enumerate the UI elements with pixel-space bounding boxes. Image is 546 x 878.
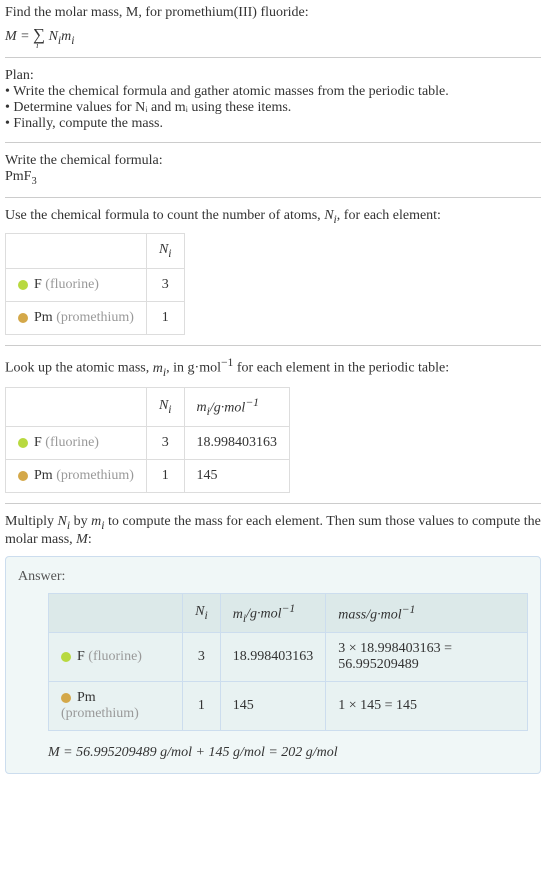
element-cell: F (fluorine) xyxy=(6,269,147,302)
empty-header xyxy=(6,234,147,269)
element-cell: F (fluorine) xyxy=(49,633,183,682)
table-row: F (fluorine) 3 xyxy=(6,269,185,302)
mi-value: 145 xyxy=(184,460,290,493)
formula-subscript: 3 xyxy=(31,176,36,187)
mi-value: 18.998403163 xyxy=(220,633,326,682)
element-dot-icon xyxy=(18,313,28,323)
element-dot-icon xyxy=(18,471,28,481)
element-symbol: F xyxy=(34,435,42,450)
ni-value: 3 xyxy=(146,427,184,460)
atomic-mass-table: Ni mi/g·mol−1 F (fluorine) 3 18.99840316… xyxy=(5,387,290,493)
ni-header: Ni xyxy=(183,593,221,632)
atom-count-table: Ni F (fluorine) 3 Pm (promethium) 1 xyxy=(5,233,185,335)
table-header-row: Ni mi/g·mol−1 mass/g·mol−1 xyxy=(49,593,528,632)
table-row: Pm (promethium) 1 145 xyxy=(6,460,290,493)
divider xyxy=(5,345,541,346)
plan-list: Write the chemical formula and gather at… xyxy=(5,84,541,132)
element-cell: Pm (promethium) xyxy=(6,302,147,335)
plan-section: Plan: Write the chemical formula and gat… xyxy=(5,68,541,132)
sigma-sub: i xyxy=(36,41,38,50)
element-symbol: Pm xyxy=(34,468,53,483)
multiply-text: Multiply Ni by mi to compute the mass fo… xyxy=(5,514,541,548)
element-name: (promethium) xyxy=(56,468,134,483)
divider xyxy=(5,57,541,58)
final-answer: M = 56.995209489 g/mol + 145 g/mol = 202… xyxy=(48,745,528,761)
divider xyxy=(5,503,541,504)
multiply-section: Multiply Ni by mi to compute the mass fo… xyxy=(5,514,541,774)
molar-mass-formula: M = ∑i Nimi xyxy=(5,25,541,47)
lookup-text: Look up the atomic mass, mi, in g·mol−1 … xyxy=(5,356,541,378)
mass-header: mass/g·mol−1 xyxy=(326,593,528,632)
element-name: (promethium) xyxy=(61,706,139,721)
title-section: Find the molar mass, M, for promethium(I… xyxy=(5,5,541,47)
answer-box: Answer: Ni mi/g·mol−1 mass/g·mol−1 F (fl… xyxy=(5,556,541,774)
ni-value: 1 xyxy=(146,302,184,335)
mi-value: 18.998403163 xyxy=(184,427,290,460)
element-cell: F (fluorine) xyxy=(6,427,147,460)
ni-value: 3 xyxy=(146,269,184,302)
element-name: (promethium) xyxy=(56,310,134,325)
divider xyxy=(5,197,541,198)
ni-value: 1 xyxy=(183,682,221,731)
table-row: F (fluorine) 3 18.998403163 xyxy=(6,427,290,460)
formula-rhs: Nimi xyxy=(45,29,74,44)
element-name: (fluorine) xyxy=(45,435,99,450)
table-row: Pm (promethium) 1 xyxy=(6,302,185,335)
table-row: Pm (promethium) 1 145 1 × 145 = 145 xyxy=(49,682,528,731)
table-header-row: Ni xyxy=(6,234,185,269)
count-atoms-text: Use the chemical formula to count the nu… xyxy=(5,208,541,226)
element-name: (fluorine) xyxy=(88,649,142,664)
element-symbol: F xyxy=(77,649,85,664)
count-atoms-section: Use the chemical formula to count the nu… xyxy=(5,208,541,336)
element-name: (fluorine) xyxy=(45,277,99,292)
mass-value: 3 × 18.998403163 = 56.995209489 xyxy=(326,633,528,682)
formula-lhs: M = xyxy=(5,29,33,44)
element-symbol: Pm xyxy=(77,690,96,705)
mass-value: 1 × 145 = 145 xyxy=(326,682,528,731)
ni-value: 1 xyxy=(146,460,184,493)
empty-header xyxy=(49,593,183,632)
formula-base: PmF xyxy=(5,169,31,184)
answer-table: Ni mi/g·mol−1 mass/g·mol−1 F (fluorine) … xyxy=(48,593,528,731)
element-dot-icon xyxy=(61,652,71,662)
mi-header: mi/g·mol−1 xyxy=(184,387,290,426)
plan-item: Write the chemical formula and gather at… xyxy=(5,84,541,100)
atomic-mass-section: Look up the atomic mass, mi, in g·mol−1 … xyxy=(5,356,541,493)
table-row: F (fluorine) 3 18.998403163 3 × 18.99840… xyxy=(49,633,528,682)
plan-item: Finally, compute the mass. xyxy=(5,116,541,132)
ni-header: Ni xyxy=(146,234,184,269)
chemical-formula-section: Write the chemical formula: PmF3 xyxy=(5,153,541,187)
element-dot-icon xyxy=(18,438,28,448)
plan-item: Determine values for Nᵢ and mᵢ using the… xyxy=(5,100,541,116)
ni-header: Ni xyxy=(146,387,184,426)
chemical-formula: PmF3 xyxy=(5,169,541,187)
element-cell: Pm (promethium) xyxy=(6,460,147,493)
element-dot-icon xyxy=(18,280,28,290)
write-formula-label: Write the chemical formula: xyxy=(5,153,541,169)
empty-header xyxy=(6,387,147,426)
table-header-row: Ni mi/g·mol−1 xyxy=(6,387,290,426)
ni-value: 3 xyxy=(183,633,221,682)
page-title: Find the molar mass, M, for promethium(I… xyxy=(5,5,541,21)
plan-label: Plan: xyxy=(5,68,541,84)
answer-label: Answer: xyxy=(18,569,528,585)
element-symbol: F xyxy=(34,277,42,292)
element-dot-icon xyxy=(61,693,71,703)
element-symbol: Pm xyxy=(34,310,53,325)
divider xyxy=(5,142,541,143)
element-cell: Pm (promethium) xyxy=(49,682,183,731)
mi-value: 145 xyxy=(220,682,326,731)
sigma-symbol: ∑i xyxy=(33,25,45,44)
mi-header: mi/g·mol−1 xyxy=(220,593,326,632)
